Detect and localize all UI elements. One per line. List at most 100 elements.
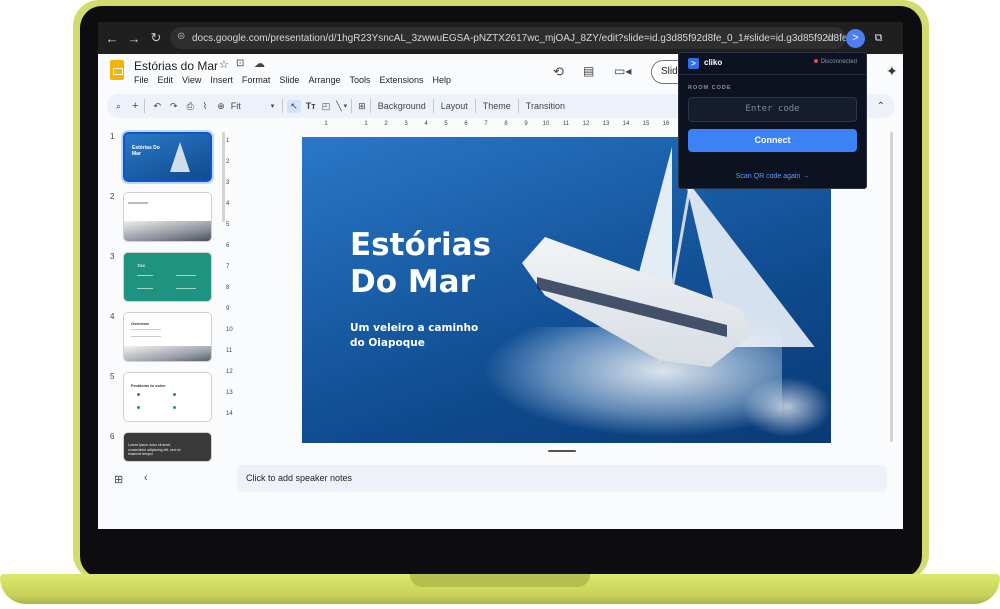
layout-button[interactable]: Layout	[441, 101, 468, 111]
ruler-tick: 15	[642, 121, 650, 127]
ruler-tick: 12	[582, 121, 590, 127]
ruler-tick: 14	[622, 121, 630, 127]
thumbnail-sail	[170, 142, 190, 172]
forward-icon[interactable]: →	[123, 31, 145, 46]
thumbnail-text-line	[128, 202, 148, 204]
thumbnail-mountains	[124, 346, 211, 361]
text-box-icon[interactable]: Tт	[306, 101, 316, 111]
ruler-tick: 12	[226, 369, 233, 375]
thumbnail-bullet	[137, 393, 140, 396]
address-bar[interactable]: ⊜ docs.google.com/presentation/d/1hgR23Y…	[170, 27, 846, 49]
bookmark-star-icon[interactable]: ☆	[820, 29, 839, 48]
site-info-icon[interactable]: ⊜	[177, 31, 185, 42]
meet-icon[interactable]: ▭◂	[614, 64, 631, 78]
menu-arrange[interactable]: Arrange	[308, 75, 340, 85]
redo-icon[interactable]: ↷	[170, 101, 178, 112]
comments-icon[interactable]: ▤	[583, 64, 594, 78]
slide-number: 5	[110, 372, 115, 381]
menu-slide[interactable]: Slide	[279, 75, 299, 85]
filmstrip: 1 Estórias Do Mar 2 3 TOC 4 Overview 5 P…	[98, 120, 220, 465]
sea-spray	[742, 377, 831, 437]
slide-thumbnail-3[interactable]: TOC	[123, 252, 212, 302]
line-dropdown-icon[interactable]: ▾	[344, 102, 348, 110]
print-icon[interactable]: ⎙	[187, 101, 194, 112]
ruler-tick: 14	[226, 411, 233, 417]
room-code-input[interactable]: Enter code	[688, 97, 857, 122]
back-icon[interactable]: ←	[101, 31, 123, 46]
menu-tools[interactable]: Tools	[349, 75, 370, 85]
ruler-tick: 11	[226, 348, 233, 354]
document-title[interactable]: Estórias do Mar	[134, 59, 218, 73]
thumbnail-text-lines	[131, 329, 161, 337]
ruler-tick: 4	[424, 121, 428, 127]
menu-edit[interactable]: Edit	[158, 75, 174, 85]
new-slide-icon[interactable]: +	[132, 100, 138, 112]
ruler-tick: 9	[226, 306, 230, 312]
star-icon[interactable]: ☆	[219, 58, 229, 71]
thumbnail-bullet	[173, 406, 176, 409]
theme-button[interactable]: Theme	[483, 101, 511, 111]
search-menus-icon[interactable]: ⌕	[116, 101, 121, 112]
extensions-puzzle-icon[interactable]: ⧉	[869, 29, 888, 48]
thumbnail-bullet	[173, 393, 176, 396]
thumbnail-mountains	[124, 221, 211, 241]
reload-icon[interactable]: ↻	[145, 30, 167, 46]
ruler-tick: 9	[524, 121, 528, 127]
ruler-tick: 13	[602, 121, 610, 127]
line-icon[interactable]: ╲	[336, 101, 341, 112]
collapse-toolbar-icon[interactable]: ⌃	[877, 101, 885, 112]
slide-thumbnail-6[interactable]: Lorem ipsum dolor sit amet, consectetur …	[123, 432, 212, 462]
zoom-icon[interactable]: ⊕	[217, 101, 225, 112]
slide-subtitle[interactable]: Um veleiro a caminho do Oiapoque	[350, 321, 478, 351]
speaker-notes[interactable]: Click to add speaker notes	[237, 465, 887, 492]
slide-thumbnail-4[interactable]: Overview	[123, 312, 212, 362]
ruler-tick: 3	[226, 180, 230, 186]
undo-icon[interactable]: ↶	[153, 101, 161, 112]
menu-insert[interactable]: Insert	[210, 75, 233, 85]
ruler-tick: 7	[226, 264, 230, 270]
slides-logo-icon[interactable]	[110, 60, 124, 80]
cliko-extension-icon[interactable]: >	[846, 29, 865, 48]
transition-button[interactable]: Transition	[526, 101, 565, 111]
filmstrip-scrollbar[interactable]	[222, 132, 225, 222]
slide-thumbnail-1[interactable]: Estórias Do Mar	[121, 130, 214, 184]
slide-title[interactable]: Estórias Do Mar	[350, 227, 491, 301]
ruler-tick: 1	[226, 138, 230, 144]
menu-view[interactable]: View	[182, 75, 201, 85]
version-history-icon[interactable]: ⟲	[553, 64, 564, 80]
gemini-icon[interactable]: ✦	[886, 63, 898, 80]
collapse-panel-icon[interactable]: ‹	[144, 472, 148, 484]
menu-extensions[interactable]: Extensions	[379, 75, 423, 85]
connect-button[interactable]: Connect	[688, 129, 857, 152]
insert-comment-icon[interactable]: ⊞	[358, 101, 366, 112]
ruler-tick: 5	[226, 222, 230, 228]
scan-qr-link[interactable]: Scan QR code again →	[679, 173, 866, 180]
menu-format[interactable]: Format	[242, 75, 271, 85]
ruler-tick: 5	[444, 121, 448, 127]
thumbnail-text-lines	[176, 275, 196, 289]
zoom-select[interactable]: Fit	[231, 101, 271, 111]
slide-subtitle-line: Um veleiro a caminho	[350, 322, 479, 334]
menu-file[interactable]: File	[134, 75, 149, 85]
canvas-scrollbar[interactable]	[890, 132, 893, 442]
ruler-tick: 1	[364, 121, 368, 127]
image-icon[interactable]: ◰	[322, 101, 331, 112]
move-folder-icon[interactable]: ⊡	[236, 58, 244, 69]
grid-view-icon[interactable]: ⊞	[114, 473, 123, 486]
cloud-status-icon[interactable]: ☁	[254, 57, 265, 70]
ruler-tick: 10	[542, 121, 550, 127]
notes-resize-handle[interactable]	[548, 450, 576, 452]
slide-thumbnail-5[interactable]: Problems to solve	[123, 372, 212, 422]
thumbnail-title: Estórias Do Mar	[132, 145, 160, 157]
slide-thumbnail-2[interactable]	[123, 192, 212, 242]
url-text: docs.google.com/presentation/d/1hgR23Ysn…	[192, 32, 846, 44]
connection-status: Disconnected	[813, 59, 857, 65]
background-button[interactable]: Background	[378, 101, 426, 111]
speaker-notes-placeholder: Click to add speaker notes	[246, 473, 353, 483]
select-tool-icon[interactable]: ↖	[287, 99, 301, 113]
paint-format-icon[interactable]: ⌇	[203, 101, 207, 112]
menu-help[interactable]: Help	[433, 75, 452, 85]
zoom-dropdown-icon[interactable]: ▾	[271, 102, 275, 110]
slide-title-line: Do Mar	[350, 264, 475, 300]
status-dot-icon	[813, 59, 818, 64]
